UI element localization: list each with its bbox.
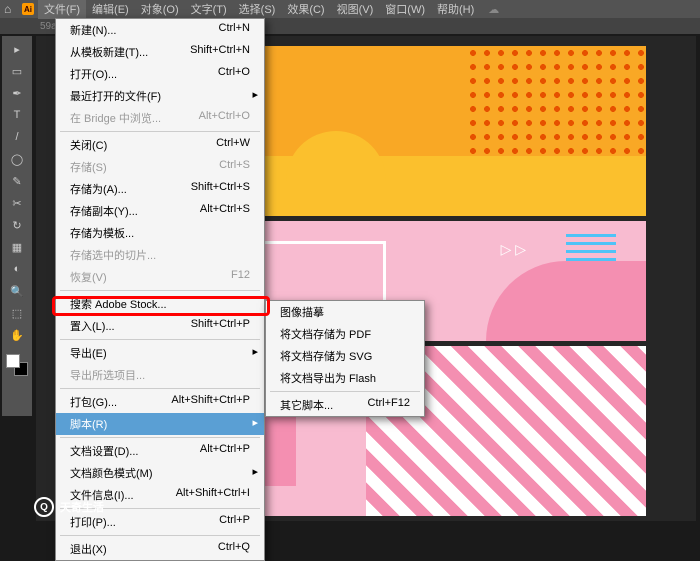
submenu-item[interactable]: 将文档导出为 Flash	[266, 367, 424, 389]
menu-item[interactable]: 从模板新建(T)...Shift+Ctrl+N	[56, 41, 264, 63]
zoom-tool-icon[interactable]: 🔍	[6, 282, 28, 300]
menu-item: 存储选中的切片...	[56, 244, 264, 266]
menu-item[interactable]: 导出(E)	[56, 342, 264, 364]
hand-tool-icon[interactable]: ✋	[6, 326, 28, 344]
menu-item[interactable]: 文档设置(D)...Alt+Ctrl+P	[56, 440, 264, 462]
menu-item[interactable]: 最近打开的文件(F)	[56, 85, 264, 107]
menubar: ⌂ Ai 文件(F) 编辑(E) 对象(O) 文字(T) 选择(S) 效果(C)…	[0, 0, 700, 18]
file-dropdown: 新建(N)...Ctrl+N从模板新建(T)...Shift+Ctrl+N打开(…	[55, 18, 265, 561]
line-tool-icon[interactable]: /	[6, 128, 28, 146]
cloud-icon[interactable]: ☁	[488, 3, 499, 16]
menu-item[interactable]: 搜索 Adobe Stock...	[56, 293, 264, 315]
menu-item[interactable]: 文档颜色模式(M)	[56, 462, 264, 484]
menu-edit[interactable]: 编辑(E)	[86, 0, 135, 19]
menu-object[interactable]: 对象(O)	[135, 0, 185, 19]
menu-item[interactable]: 新建(N)...Ctrl+N	[56, 19, 264, 41]
scissors-tool-icon[interactable]: ✂	[6, 194, 28, 212]
menu-item[interactable]: 打开(O)...Ctrl+O	[56, 63, 264, 85]
ellipse-tool-icon[interactable]: ◯	[6, 150, 28, 168]
grid-tool-icon[interactable]: ▦	[6, 238, 28, 256]
menu-item[interactable]: 关闭(C)Ctrl+W	[56, 134, 264, 156]
menu-item[interactable]: 存储为(A)...Shift+Ctrl+S	[56, 178, 264, 200]
menu-select[interactable]: 选择(S)	[233, 0, 282, 19]
menu-item[interactable]: 脚本(R)	[56, 413, 264, 435]
tools-panel: ▸ ▭ ✒ T / ◯ ✎ ✂ ↻ ▦ ◐ 🔍 ⬚ ✋	[2, 36, 32, 416]
menu-effect[interactable]: 效果(C)	[281, 0, 330, 19]
pink-blob	[486, 261, 646, 341]
dots-pattern	[466, 46, 646, 166]
submenu-item[interactable]: 将文档存储为 SVG	[266, 345, 424, 367]
pen-tool-icon[interactable]: ✒	[6, 84, 28, 102]
watermark-logo-icon: Q	[34, 497, 54, 517]
app-badge: Ai	[22, 3, 34, 15]
selection-tool-icon[interactable]: ▸	[6, 40, 28, 58]
menu-item[interactable]: 退出(X)Ctrl+Q	[56, 538, 264, 560]
submenu-item[interactable]: 其它脚本...Ctrl+F12	[266, 394, 424, 416]
menu-item: 恢复(V)F12	[56, 266, 264, 288]
scripts-submenu: 图像描摹将文档存储为 PDF将文档存储为 SVG将文档导出为 Flash 其它脚本…	[265, 300, 425, 417]
submenu-item[interactable]: 将文档存储为 PDF	[266, 323, 424, 345]
menu-help[interactable]: 帮助(H)	[431, 0, 480, 19]
menu-file[interactable]: 文件(F)	[38, 0, 86, 19]
menu-item[interactable]: 打包(G)...Alt+Shift+Ctrl+P	[56, 391, 264, 413]
menu-type[interactable]: 文字(T)	[185, 0, 233, 19]
submenu-item[interactable]: 图像描摹	[266, 301, 424, 323]
color-swatch[interactable]	[6, 354, 28, 376]
watermark: Q 天奇生活	[34, 497, 104, 517]
blue-stripes	[566, 231, 616, 261]
menu-item[interactable]: 置入(L)...Shift+Ctrl+P	[56, 315, 264, 337]
menu-item: 存储(S)Ctrl+S	[56, 156, 264, 178]
watermark-text: 天奇生活	[60, 499, 104, 515]
brush-tool-icon[interactable]: ✎	[6, 172, 28, 190]
menu-view[interactable]: 视图(V)	[331, 0, 380, 19]
rotate-tool-icon[interactable]: ↻	[6, 216, 28, 234]
menu-window[interactable]: 窗口(W)	[379, 0, 431, 19]
artboard-tool-icon[interactable]: ▭	[6, 62, 28, 80]
type-tool-icon[interactable]: T	[6, 106, 28, 124]
home-icon[interactable]: ⌂	[4, 2, 11, 16]
triangle-icon: ▷ ▷	[501, 241, 526, 258]
menu-item: 在 Bridge 中浏览...Alt+Ctrl+O	[56, 107, 264, 129]
menu-item[interactable]: 存储副本(Y)...Alt+Ctrl+S	[56, 200, 264, 222]
menu-item: 导出所选项目...	[56, 364, 264, 386]
menu-item[interactable]: 存储为模板...	[56, 222, 264, 244]
gradient-tool-icon[interactable]: ◐	[6, 260, 28, 278]
slice-tool-icon[interactable]: ⬚	[6, 304, 28, 322]
